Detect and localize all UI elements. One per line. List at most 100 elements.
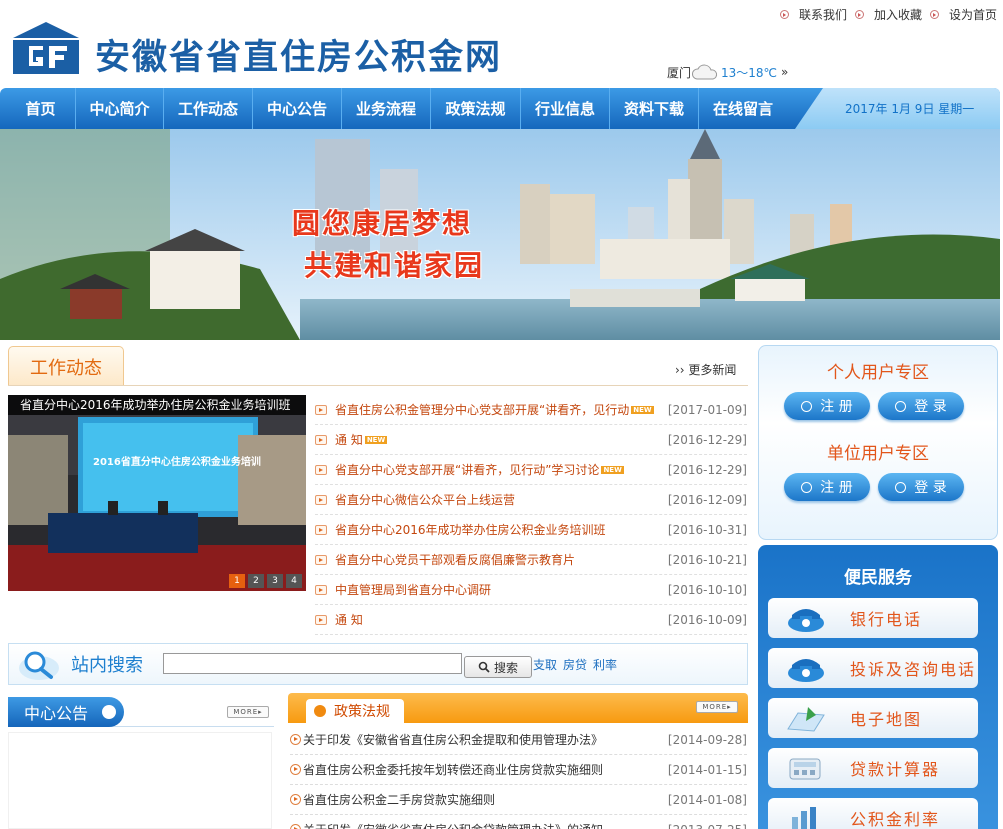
news-date: [2017-01-09]: [667, 402, 747, 417]
policy-list-item[interactable]: 关于印发《安徽省省直住房公积金提取和使用管理办法》 [2014-09-28]: [290, 725, 747, 755]
search-label: 站内搜索: [71, 655, 143, 676]
search-icon: [478, 661, 490, 673]
policy-tab[interactable]: 政策法规: [306, 699, 404, 723]
news-title[interactable]: 中直管理局到省直分中心调研: [315, 581, 491, 598]
news-list-item[interactable]: 中直管理局到省直分中心调研 [2016-10-10]: [315, 575, 747, 605]
nav-messages[interactable]: 在线留言: [699, 88, 787, 129]
hot-search-words: 支取 房贷 利率: [533, 656, 617, 673]
current-date: 2017年 1月 9日 星期一: [795, 88, 1000, 129]
service-map[interactable]: 电子地图: [768, 698, 978, 738]
news-list-item[interactable]: 通 知 NEW [2016-12-29]: [315, 425, 747, 455]
personal-zone-title: 个人用户专区: [827, 363, 929, 383]
weather-more-link[interactable]: »: [781, 65, 788, 79]
news-list-item[interactable]: 通 知 [2016-10-09]: [315, 605, 747, 635]
slide-page-4[interactable]: 4: [286, 574, 302, 588]
announcements-list: [8, 732, 272, 829]
personal-register-button[interactable]: 注 册: [784, 392, 870, 420]
policy-title[interactable]: 关于印发《安徽省省直住房公积金贷款管理办法》的通知: [290, 821, 603, 829]
news-list-item[interactable]: 省直分中心微信公众平台上线运营 [2016-12-09]: [315, 485, 747, 515]
city-skyline-image: [0, 129, 1000, 340]
news-title[interactable]: 省直分中心党员干部观看反腐倡廉警示教育片: [315, 551, 575, 568]
service-interest-rate[interactable]: 公积金利率: [768, 798, 978, 829]
site-logo-icon[interactable]: [13, 22, 79, 74]
arrow-bullet-icon: [315, 554, 327, 565]
news-date: [2016-10-31]: [667, 522, 747, 537]
work-news-list: 省直住房公积金管理分中心党支部开展“讲看齐，见行动 NEW [2017-01-09]…: [315, 395, 747, 635]
hot-word-link[interactable]: 房贷: [563, 656, 587, 673]
news-title[interactable]: 省直分中心微信公众平台上线运营: [315, 491, 515, 508]
arrow-bullet-icon: [854, 10, 864, 19]
nav-business-process[interactable]: 业务流程: [342, 88, 431, 129]
news-title[interactable]: 通 知 NEW: [315, 431, 388, 448]
policy-date: [2014-01-15]: [667, 762, 747, 777]
add-favorite-link[interactable]: 加入收藏: [854, 6, 922, 23]
news-date: [2016-10-21]: [667, 552, 747, 567]
news-title[interactable]: 通 知: [315, 611, 363, 628]
policy-header: 政策法规 MORE▸: [288, 693, 748, 723]
slide-page-3[interactable]: 3: [267, 574, 283, 588]
nav-about[interactable]: 中心简介: [76, 88, 164, 129]
policy-date: [2013-07-25]: [668, 823, 747, 829]
announcements-more-button[interactable]: MORE▸: [227, 706, 269, 718]
policy-list-item[interactable]: 省直住房公积金委托按年划转偿还商业住房贷款实施细则 [2014-01-15]: [290, 755, 747, 785]
unit-zone-title: 单位用户专区: [827, 444, 929, 464]
news-list-item[interactable]: 省直分中心党员干部观看反腐倡廉警示教育片 [2016-10-21]: [315, 545, 747, 575]
top-links: 联系我们 加入收藏 设为首页: [779, 6, 997, 23]
hot-word-link[interactable]: 利率: [593, 656, 617, 673]
news-list-item[interactable]: 省直住房公积金管理分中心党支部开展“讲看齐，见行动 NEW [2017-01-09]: [315, 395, 747, 425]
announcements-tab[interactable]: 中心公告: [8, 697, 124, 727]
service-loan-calculator[interactable]: 贷款计算器: [768, 748, 978, 788]
announcements-header: 中心公告 MORE▸: [8, 697, 274, 727]
nav-policy[interactable]: 政策法规: [431, 88, 521, 129]
slide-page-2[interactable]: 2: [248, 574, 264, 588]
nav-home[interactable]: 首页: [6, 88, 76, 129]
news-date: [2016-10-09]: [667, 612, 747, 627]
nav-work-news[interactable]: 工作动态: [164, 88, 253, 129]
news-title[interactable]: 省直分中心2016年成功举办住房公积金业务培训班: [315, 521, 606, 538]
work-news-tab[interactable]: 工作动态: [8, 346, 124, 386]
news-list-item[interactable]: 省直分中心2016年成功举办住房公积金业务培训班 [2016-10-31]: [315, 515, 747, 545]
orange-dot-icon: [314, 705, 326, 717]
more-news-link[interactable]: ›› 更多新闻: [675, 361, 736, 378]
news-title[interactable]: 省直分中心党支部开展“讲看齐，见行动”学习讨论 NEW: [315, 461, 624, 478]
banner-slogan-line2: 共建和谐家园: [304, 249, 485, 282]
arrow-bullet-icon: [315, 404, 327, 415]
policy-more-button[interactable]: MORE▸: [696, 701, 738, 713]
slide-pager: 1 2 3 4: [229, 574, 302, 588]
slide-page-1[interactable]: 1: [229, 574, 245, 588]
policy-list-item[interactable]: 省直住房公积金二手房贷款实施细则 [2014-01-08]: [290, 785, 747, 815]
policy-title[interactable]: 省直住房公积金二手房贷款实施细则: [290, 791, 495, 808]
service-complaint-phone[interactable]: 投诉及咨询电话: [768, 648, 978, 688]
search-button[interactable]: 搜索: [464, 656, 532, 678]
new-badge: NEW: [631, 405, 654, 414]
policy-title[interactable]: 省直住房公积金委托按年划转偿还商业住房贷款实施细则: [290, 761, 603, 778]
news-list-item[interactable]: 省直分中心党支部开展“讲看齐，见行动”学习讨论 NEW [2016-12-29]: [315, 455, 747, 485]
unit-register-button[interactable]: 注 册: [784, 473, 870, 501]
policy-title[interactable]: 关于印发《安徽省省直住房公积金提取和使用管理办法》: [290, 731, 603, 748]
hot-word-link[interactable]: 支取: [533, 656, 557, 673]
calculator-icon: [789, 758, 821, 780]
arrow-bullet-icon: [315, 494, 327, 505]
search-input[interactable]: [163, 653, 462, 674]
news-slideshow[interactable]: 2016省直分中心住房公积金业务培训 省直分中心2016年成功举办住房公积金业务…: [8, 395, 306, 591]
policy-list-item[interactable]: 关于印发《安徽省省直住房公积金贷款管理办法》的通知 [2013-07-25]: [290, 815, 747, 829]
main-nav: 首页 中心简介 工作动态 中心公告 业务流程 政策法规 行业信息 资料下载 在线…: [0, 88, 1000, 129]
weather-city: 厦门: [667, 65, 692, 80]
arrow-bullet-icon: [929, 10, 939, 19]
news-title[interactable]: 省直住房公积金管理分中心党支部开展“讲看齐，见行动 NEW: [315, 401, 654, 418]
slide-screen-text: 2016省直分中心住房公积金业务培训: [93, 457, 261, 468]
slide-caption[interactable]: 省直分中心2016年成功举办住房公积金业务培训班: [8, 395, 306, 415]
news-date: [2016-10-10]: [667, 582, 747, 597]
arrow-bullet-icon: [315, 584, 327, 595]
arrow-bullet-icon: [315, 524, 327, 535]
hero-banner: 圆您康居梦想 共建和谐家园: [0, 129, 1000, 340]
unit-login-button[interactable]: 登 录: [878, 473, 964, 501]
service-bank-phone[interactable]: 银行电话: [768, 598, 978, 638]
nav-downloads[interactable]: 资料下载: [610, 88, 699, 129]
contact-us-link[interactable]: 联系我们: [779, 6, 847, 23]
personal-login-button[interactable]: 登 录: [878, 392, 964, 420]
set-homepage-link[interactable]: 设为首页: [929, 6, 997, 23]
nav-industry-info[interactable]: 行业信息: [521, 88, 610, 129]
nav-announcements[interactable]: 中心公告: [253, 88, 342, 129]
site-name: 安徽省省直住房公积金网: [95, 37, 503, 78]
